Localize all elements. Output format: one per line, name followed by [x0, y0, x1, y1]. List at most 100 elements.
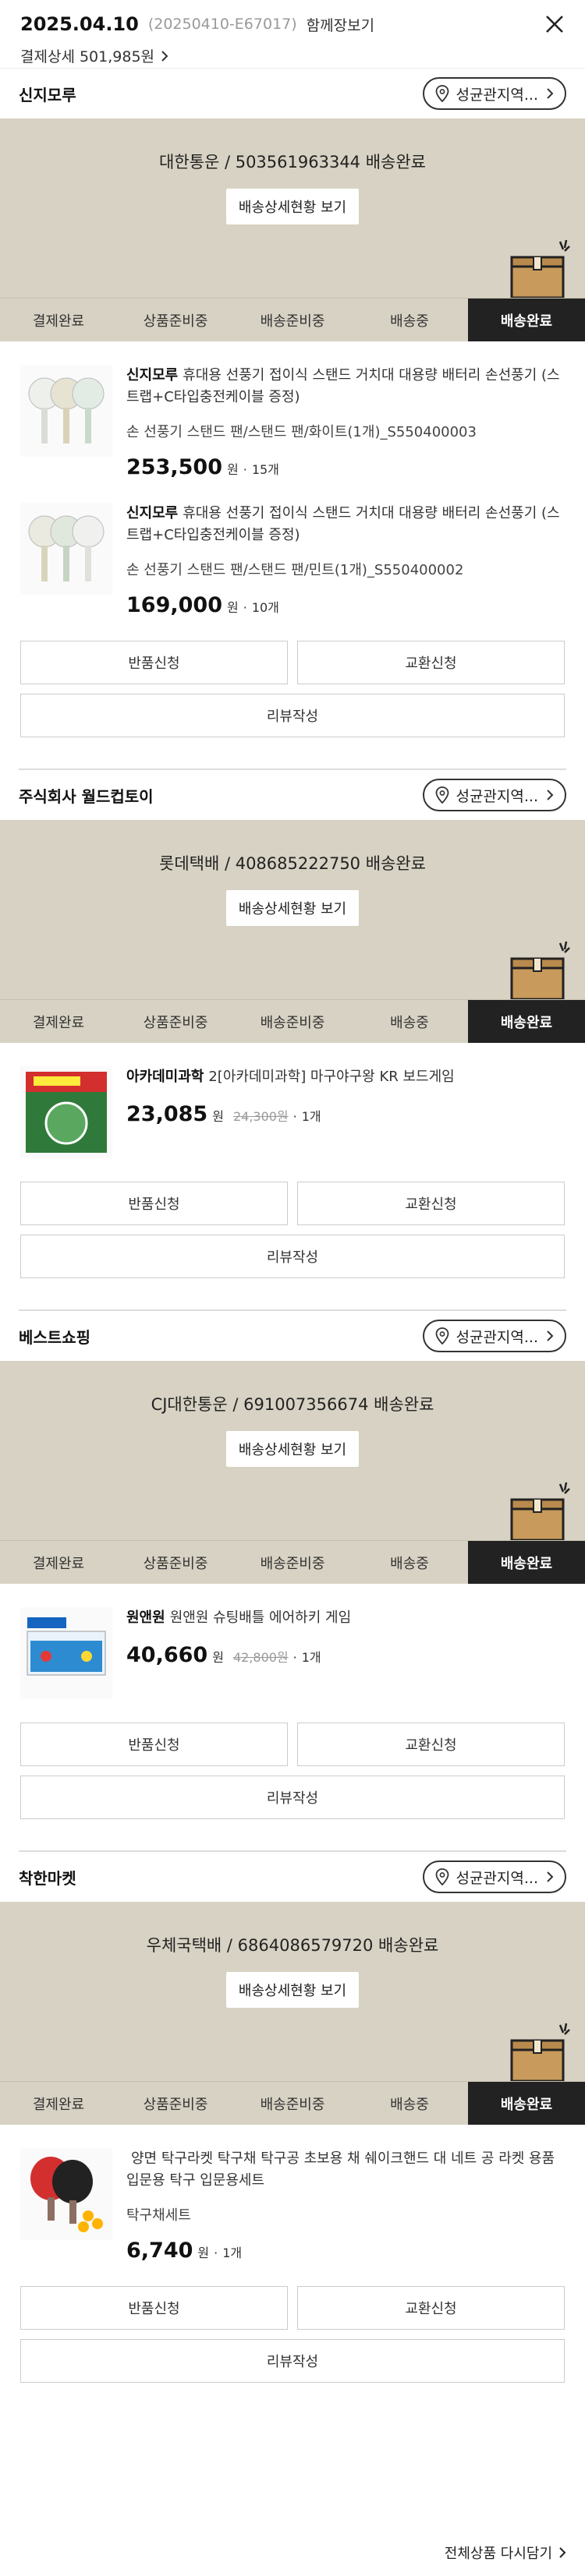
currency-unit: 원	[226, 600, 239, 615]
location-pin-icon	[436, 786, 449, 804]
return-request-button[interactable]: 반품신청	[20, 1182, 288, 1225]
seller-section: 착한마켓 성균관지역... 우체국택배 / 6864086579720 배송완료배송…	[0, 1852, 585, 2383]
delivery-step: 배송중	[390, 2096, 429, 2113]
store-location-button[interactable]: 성균관지역...	[423, 1320, 566, 1352]
product-price: 23,085	[126, 1102, 208, 1126]
close-icon[interactable]	[544, 14, 565, 34]
return-request-button[interactable]: 반품신청	[20, 1723, 288, 1766]
exchange-request-button[interactable]: 교환신청	[297, 1723, 565, 1766]
order-item[interactable]: 신지모루 휴대용 선풍기 접이식 스탠드 거치대 대용량 배터리 손선풍기 (스트…	[0, 479, 585, 617]
reorder-all-link[interactable]: 전체상품 다시담기	[445, 2542, 566, 2563]
price-row: 169,000 원 · 10개	[126, 593, 565, 617]
product-option: 탁구채세트	[126, 2207, 191, 2224]
product-title[interactable]: 원앤원 원앤원 슈팅배틀 에어하키 게임	[126, 1607, 565, 1629]
product-thumbnail[interactable]	[20, 1607, 112, 1699]
delivery-step: 배송완료	[468, 299, 585, 341]
exchange-request-button[interactable]: 교환신청	[297, 2286, 565, 2330]
store-location-label: 성균관지역...	[456, 86, 538, 104]
reorder-all-label: 전체상품 다시담기	[444, 2546, 552, 2562]
product-thumbnail[interactable]	[20, 503, 112, 595]
exchange-request-button[interactable]: 교환신청	[297, 1182, 565, 1225]
product-price: 6,740	[126, 2239, 193, 2263]
delivery-detail-button[interactable]: 배송상세현황 보기	[225, 890, 360, 926]
write-review-button[interactable]: 리뷰작성	[20, 1776, 565, 1819]
price-row: 6,740 원 · 1개	[126, 2239, 565, 2263]
carrier-tracking-info: 우체국택배 / 6864086579720 배송완료	[146, 1936, 439, 1955]
product-title[interactable]: 신지모루 휴대용 선풍기 접이식 스탠드 거치대 대용량 배터리 손선풍기 (스트…	[126, 503, 565, 546]
product-thumbnail[interactable]	[20, 2148, 112, 2240]
product-quantity: 10개	[251, 600, 279, 615]
product-title-text: 원앤원 슈팅배틀 에어하키 게임	[169, 1610, 352, 1626]
delivery-steps: 결제완료 상품준비중 배송준비중 배송중 배송완료	[0, 1540, 585, 1584]
separator-dot: ·	[243, 462, 247, 477]
carrier-tracking-info: 롯데택배 / 408685222750 배송완료	[159, 854, 426, 873]
order-item[interactable]: 아카데미과학 2[아카데미과학] 마구야구왕 KR 보드게임 23,085 원 24,3…	[0, 1043, 585, 1158]
delivery-step: 배송중	[390, 1555, 429, 1572]
payment-detail-link[interactable]: 결제상세 501,985원	[20, 45, 565, 66]
delivery-step: 결제완료	[32, 1555, 85, 1572]
store-location-button[interactable]: 성균관지역...	[423, 779, 566, 811]
product-option: 손 선풍기 스탠드 팬/스탠드 팬/민트(1개)_S550400002	[126, 562, 464, 578]
delivery-step: 배송준비중	[260, 313, 325, 330]
boardgame-product-image	[26, 1072, 107, 1153]
product-title-text: 휴대용 선풍기 접이식 스탠드 거치대 대용량 배터리 손선풍기 (스트랩+C타…	[126, 505, 560, 543]
product-quantity: 1개	[301, 1650, 321, 1665]
action-buttons: 반품신청 교환신청리뷰작성	[0, 617, 585, 737]
cart-link[interactable]: 함께장보기	[307, 14, 374, 35]
price-row: 253,500 원 · 15개	[126, 455, 565, 479]
separator-dot: ·	[292, 1109, 297, 1124]
order-item[interactable]: 양면 탁구라켓 탁구채 탁구공 초보용 채 쉐이크핸드 대 네트 공 라켓 용품…	[0, 2125, 585, 2263]
seller-section: 신지모루 성균관지역... 대한통운 / 503561963344 배송완료 배송상세…	[0, 69, 585, 770]
order-item[interactable]: 원앤원 원앤원 슈팅배틀 에어하키 게임 40,660 원 42,800원 · 1개	[0, 1584, 585, 1699]
seller-header: 착한마켓 성균관지역...	[0, 1852, 585, 1902]
delivery-status-panel: 롯데택배 / 408685222750 배송완료배송상세현황 보기	[0, 820, 585, 999]
write-review-button[interactable]: 리뷰작성	[20, 694, 565, 737]
seller-name: 주식회사 월드컵토이	[19, 786, 154, 806]
delivery-detail-button[interactable]: 배송상세현황 보기	[225, 1431, 360, 1467]
product-price: 253,500	[126, 455, 222, 479]
write-review-button[interactable]: 리뷰작성	[20, 2339, 565, 2383]
seller-name: 베스트쇼핑	[19, 1327, 90, 1347]
write-review-button[interactable]: 리뷰작성	[20, 1235, 565, 1278]
product-option: 손 선풍기 스탠드 팬/스탠드 팬/화이트(1개)_S550400003	[126, 424, 477, 440]
delivery-steps: 결제완료 상품준비중 배송준비중 배송중 배송완료	[0, 999, 585, 1043]
delivery-detail-button[interactable]: 배송상세현황 보기	[225, 189, 360, 224]
product-quantity: 1개	[222, 2246, 243, 2260]
store-location-label: 성균관지역...	[456, 1328, 538, 1346]
price-row: 23,085 원 24,300원 · 1개	[126, 1102, 565, 1126]
delivery-step: 배송준비중	[260, 1014, 325, 1031]
return-request-button[interactable]: 반품신청	[20, 2286, 288, 2330]
store-location-button[interactable]: 성균관지역...	[423, 77, 566, 110]
seller-name: 착한마켓	[19, 1868, 76, 1888]
carrier-tracking-info: 대한통운 / 503561963344 배송완료	[159, 153, 426, 171]
separator-dot: ·	[214, 2246, 218, 2260]
location-pin-icon	[436, 1868, 449, 1885]
exchange-request-button[interactable]: 교환신청	[297, 641, 565, 684]
chevron-right-icon	[559, 2547, 566, 2558]
delivery-box-icon	[510, 941, 570, 999]
delivery-step: 결제완료	[32, 1014, 85, 1031]
delivery-step: 결제완료	[32, 313, 85, 330]
delivery-steps: 결제완료 상품준비중 배송준비중 배송중 배송완료	[0, 2081, 585, 2125]
delivery-step: 상품준비중	[143, 313, 208, 330]
product-title[interactable]: 아카데미과학 2[아카데미과학] 마구야구왕 KR 보드게임	[126, 1066, 565, 1088]
product-title[interactable]: 양면 탁구라켓 탁구채 탁구공 초보용 채 쉐이크핸드 대 네트 공 라켓 용품…	[126, 2148, 565, 2192]
action-buttons: 반품신청 교환신청리뷰작성	[0, 1699, 585, 1819]
payment-detail-label: 결제상세 501,985원	[20, 48, 155, 65]
return-request-button[interactable]: 반품신청	[20, 641, 288, 684]
order-item[interactable]: 신지모루 휴대용 선풍기 접이식 스탠드 거치대 대용량 배터리 손선풍기 (스트…	[0, 341, 585, 479]
product-thumbnail[interactable]	[20, 1066, 112, 1158]
product-brand: 원앤원	[126, 1610, 165, 1626]
delivery-detail-button[interactable]: 배송상세현황 보기	[225, 1972, 360, 2008]
product-title[interactable]: 신지모루 휴대용 선풍기 접이식 스탠드 거치대 대용량 배터리 손선풍기 (스트…	[126, 365, 565, 408]
order-header: 2025.04.10 (20250410-E67017) 함께장보기 결제상세 …	[0, 0, 585, 69]
location-pin-icon	[436, 1327, 449, 1345]
delivery-step: 배송중	[390, 313, 429, 330]
product-thumbnail[interactable]	[20, 365, 112, 457]
chevron-right-icon	[547, 1871, 554, 1882]
seller-list: 신지모루 성균관지역... 대한통운 / 503561963344 배송완료 배송상세…	[0, 69, 585, 2383]
product-title-text: 2[아카데미과학] 마구야구왕 KR 보드게임	[208, 1069, 455, 1085]
store-location-button[interactable]: 성균관지역...	[423, 1860, 566, 1893]
delivery-step: 상품준비중	[143, 2096, 208, 2113]
delivery-step: 상품준비중	[143, 1555, 208, 1572]
